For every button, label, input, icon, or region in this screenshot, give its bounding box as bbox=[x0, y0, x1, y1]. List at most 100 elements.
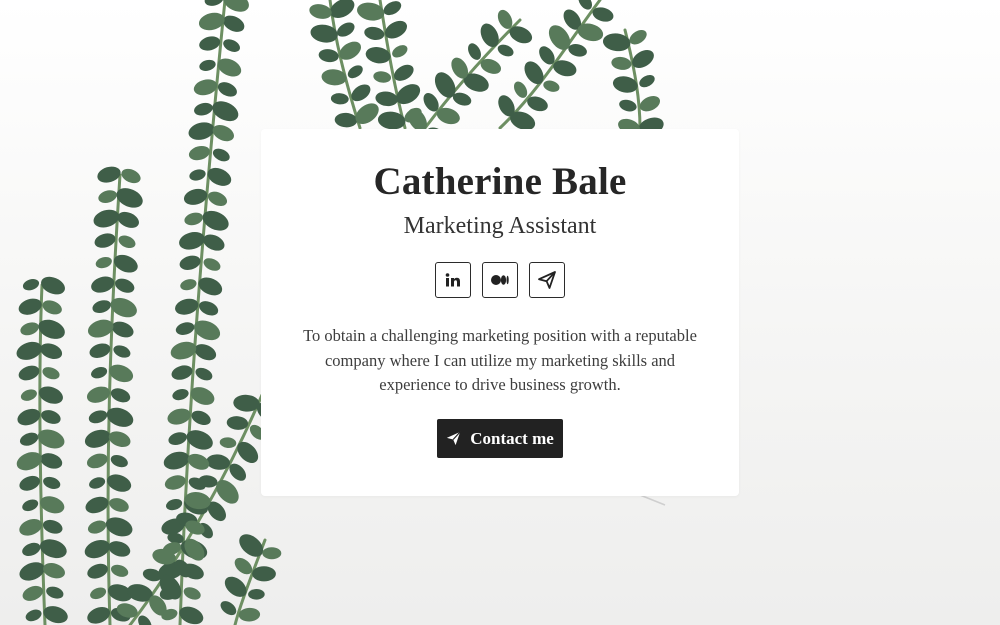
leaf-shape bbox=[95, 256, 112, 269]
leaf-shape bbox=[252, 566, 276, 582]
leaf-shape bbox=[226, 416, 249, 430]
leaf-shape bbox=[92, 300, 111, 313]
leaf-shape bbox=[248, 588, 265, 600]
leaf-shape bbox=[237, 441, 259, 463]
leaf-shape bbox=[108, 431, 131, 448]
leaf-shape bbox=[98, 190, 117, 203]
leaf-shape bbox=[480, 23, 499, 48]
leaf-shape bbox=[195, 367, 213, 381]
page-background: Catherine Bale Marketing Assistant To ob… bbox=[0, 0, 1000, 625]
leaf-shape bbox=[109, 498, 129, 512]
leaf-shape bbox=[364, 26, 385, 40]
leaf-shape bbox=[180, 279, 197, 291]
leaf-shape bbox=[639, 74, 655, 88]
leaf-shape bbox=[497, 44, 514, 57]
leaf-shape bbox=[40, 453, 63, 469]
leaf-shape bbox=[207, 191, 228, 206]
leaf-shape bbox=[22, 585, 44, 601]
leaf-shape bbox=[220, 601, 237, 616]
leaf-shape bbox=[392, 45, 408, 58]
leaf-shape bbox=[41, 410, 61, 424]
leaf-shape bbox=[110, 388, 131, 403]
leaf-shape bbox=[46, 586, 64, 599]
leaf-shape bbox=[524, 61, 544, 85]
leaf-shape bbox=[203, 258, 221, 271]
leaf-shape bbox=[22, 542, 41, 556]
leaf-shape bbox=[19, 432, 39, 446]
leaf-shape bbox=[22, 279, 40, 291]
leaf-shape bbox=[223, 39, 240, 52]
leaf-shape bbox=[337, 22, 355, 37]
leaf-shape bbox=[25, 609, 42, 622]
leaf-shape bbox=[110, 454, 128, 468]
leaf-shape bbox=[199, 59, 216, 71]
contact-me-button[interactable]: Contact me bbox=[437, 419, 563, 458]
telegram-icon bbox=[538, 271, 556, 289]
profile-card: Catherine Bale Marketing Assistant To ob… bbox=[261, 129, 739, 496]
leaf-shape bbox=[110, 564, 129, 577]
leaf-shape bbox=[113, 345, 131, 358]
leaf-shape bbox=[199, 301, 219, 316]
leaf-shape bbox=[20, 322, 39, 336]
leaf-shape bbox=[375, 91, 398, 107]
profile-name: Catherine Bale bbox=[373, 160, 627, 203]
leaf-shape bbox=[87, 563, 108, 579]
leaf-shape bbox=[373, 71, 392, 83]
telegram-button[interactable] bbox=[529, 262, 565, 298]
leaf-shape bbox=[179, 255, 201, 270]
leaf-shape bbox=[91, 367, 108, 379]
linkedin-icon bbox=[445, 273, 460, 287]
leaf-shape bbox=[22, 499, 39, 512]
leaf-shape bbox=[43, 476, 61, 489]
leaf-shape bbox=[43, 563, 65, 579]
leaf-shape bbox=[168, 432, 187, 445]
leaf-shape bbox=[121, 168, 141, 184]
leaf-shape bbox=[171, 365, 193, 380]
leaf-shape bbox=[166, 498, 183, 511]
leaf-shape bbox=[383, 1, 402, 16]
leaf-shape bbox=[204, 0, 224, 6]
leaf-shape bbox=[183, 587, 201, 600]
leaf-shape bbox=[347, 65, 363, 79]
contact-me-label: Contact me bbox=[470, 428, 554, 448]
leaf-shape bbox=[42, 300, 62, 315]
leaf-shape bbox=[108, 541, 131, 557]
leaf-shape bbox=[330, 93, 349, 105]
objective-text: To obtain a challenging marketing positi… bbox=[303, 326, 697, 394]
leaf-shape bbox=[89, 477, 106, 489]
profile-role: Marketing Assistant bbox=[403, 213, 597, 239]
medium-button[interactable] bbox=[482, 262, 518, 298]
leaf-shape bbox=[19, 475, 40, 491]
leaf-shape bbox=[115, 278, 135, 293]
leaf-shape bbox=[543, 80, 560, 92]
leaf-shape bbox=[188, 145, 210, 161]
leaf-shape bbox=[172, 389, 189, 401]
leaf-shape bbox=[199, 36, 221, 51]
leaf-shape bbox=[18, 365, 40, 381]
leaf-shape bbox=[175, 322, 195, 335]
leaf-shape bbox=[189, 169, 206, 181]
leaf-shape bbox=[611, 56, 632, 70]
leaf-shape bbox=[219, 437, 237, 449]
leaf-shape bbox=[42, 519, 63, 534]
leaf-shape bbox=[217, 82, 237, 97]
leaf-shape bbox=[191, 410, 211, 426]
leaf-shape bbox=[318, 49, 339, 63]
leaf-shape bbox=[238, 607, 261, 622]
leaf-shape bbox=[42, 367, 60, 380]
medium-icon bbox=[491, 275, 509, 285]
leaf-shape bbox=[212, 148, 230, 162]
leaf-shape bbox=[94, 233, 116, 248]
leaf-shape bbox=[396, 84, 421, 105]
leaf-shape bbox=[639, 96, 661, 112]
leaf-shape bbox=[194, 102, 213, 116]
leaf-shape bbox=[262, 547, 282, 560]
leaf-shape bbox=[619, 99, 637, 112]
social-links bbox=[261, 262, 739, 298]
leaf-shape bbox=[87, 520, 107, 534]
linkedin-button[interactable] bbox=[435, 262, 471, 298]
leaf-shape bbox=[164, 475, 186, 490]
paper-plane-icon bbox=[447, 431, 461, 446]
leaf-shape bbox=[86, 453, 108, 469]
leaf-shape bbox=[118, 235, 136, 249]
